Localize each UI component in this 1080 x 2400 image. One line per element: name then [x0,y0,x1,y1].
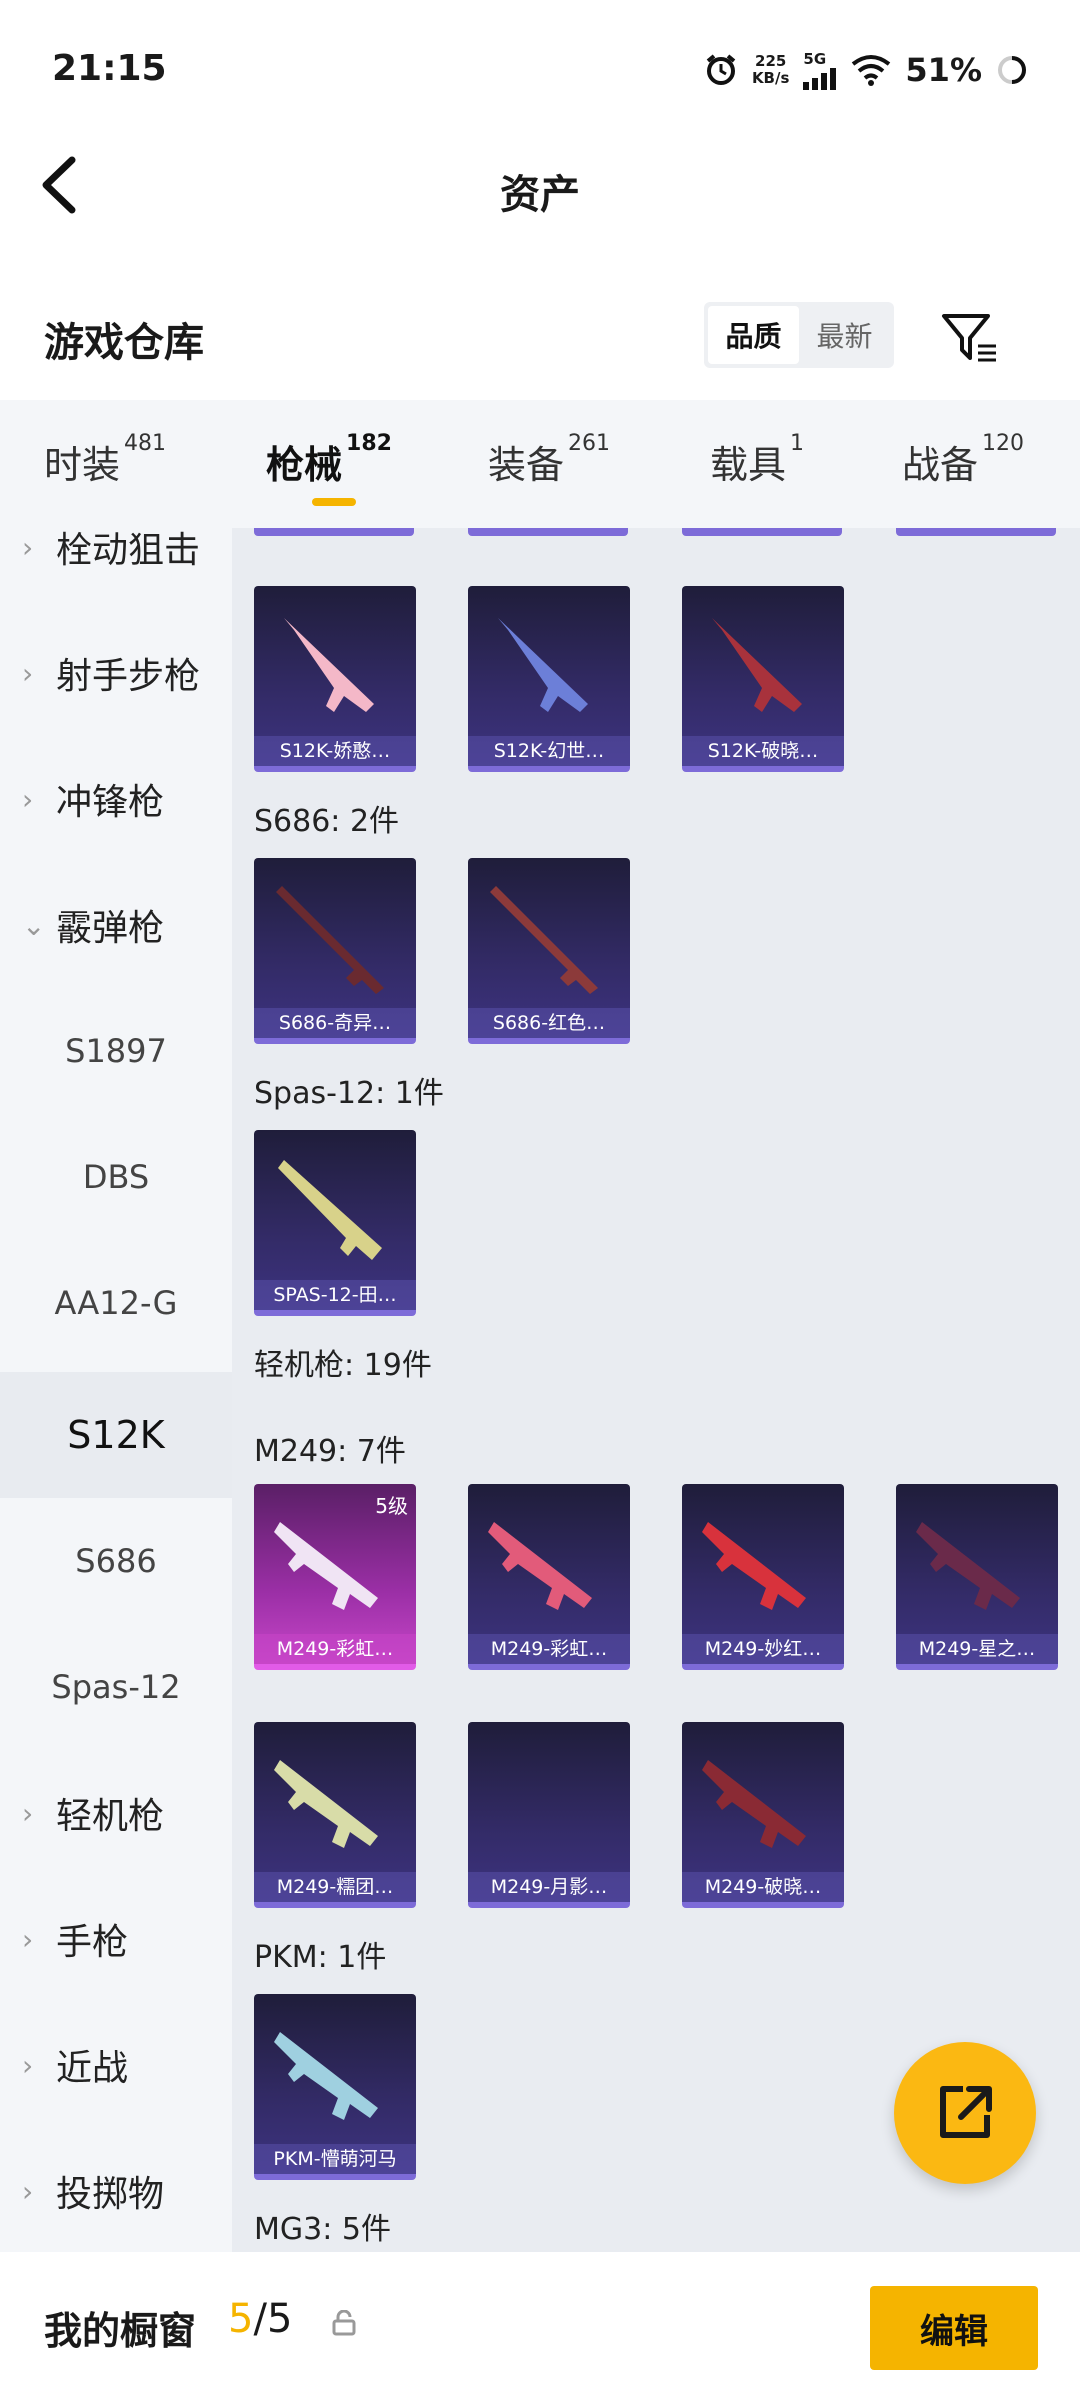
card-edge [254,528,414,536]
sort-toggle: 品质 最新 [704,302,894,368]
rifle-icon [284,618,374,712]
machine-gun-icon [916,1522,1020,1610]
warehouse-header: 游戏仓库 品质 最新 [0,290,1080,390]
weapon-card[interactable]: PKM-懵萌河马 [254,1994,416,2180]
weapon-card[interactable]: M249-星之… [896,1484,1058,1670]
wifi-icon [852,55,891,86]
rifle-icon [498,618,588,712]
sidebar-subitem-aa12g[interactable]: AA12-G [0,1240,232,1366]
sidebar-subitem-s1897[interactable]: S1897 [0,988,232,1114]
status-time: 21:15 [52,48,167,89]
sidebar-item-melee[interactable]: › 近战 [0,2002,232,2128]
machine-gun-icon [488,1522,592,1610]
chevron-right-icon: › [22,1796,34,1830]
active-tab-indicator [312,498,356,506]
sidebar-item-marksman-rifle[interactable]: › 射手步枪 [0,610,232,736]
status-icons: 225 KB/s 5G 51% [704,50,1028,90]
chevron-right-icon: › [22,1922,34,1956]
group-label-mg3: MG3: 5件 [254,2212,391,2247]
weapon-card[interactable]: S12K-破晓… [682,586,844,772]
network-type: 5G [803,50,827,68]
weapon-card[interactable]: S12K-娇憨… [254,586,416,772]
battery-icon [998,56,1026,84]
share-icon [940,2086,992,2138]
chevron-right-icon: › [22,782,34,816]
card-edge [468,528,628,536]
sidebar-subitem-dbs[interactable]: DBS [0,1114,232,1240]
tab-fashion[interactable]: 时装 481 [44,431,166,489]
chevron-down-icon: ⌄ [22,908,46,942]
sidebar-item-bolt-sniper[interactable]: › 栓动狙击 [0,528,232,610]
chevron-right-icon: › [22,2174,34,2208]
sort-option-latest[interactable]: 最新 [799,306,890,364]
weapon-grid: S12K-娇憨… S12K-幻世… S12K-破晓… S686: 2件 S686… [232,528,1080,2252]
sidebar-item-shotgun[interactable]: ⌄ 霰弹枪 [0,862,232,988]
group-label-pkm: PKM: 1件 [254,1940,387,1975]
chevron-right-icon: › [22,530,34,564]
weapon-card[interactable]: SPAS-12-田… [254,1130,416,1316]
showcase-count: 5/5 [228,2296,293,2342]
card-edge [896,528,1056,536]
machine-gun-icon [274,1760,378,1848]
sidebar-subitem-s686[interactable]: S686 [0,1498,232,1624]
weapon-card[interactable]: M249-破晓… [682,1722,844,1908]
group-label-lmg: 轻机枪: 19件 [254,1348,432,1383]
tab-vehicles[interactable]: 载具 1 [710,431,804,489]
lock-icon [332,2310,356,2336]
edit-button[interactable]: 编辑 [870,2286,1038,2370]
page-title: 资产 [500,172,580,218]
group-label-spas12: Spas-12: 1件 [254,1076,444,1111]
group-label-s686: S686: 2件 [254,804,400,839]
weapon-card[interactable]: M249-妙红… [682,1484,844,1670]
card-edge [682,528,842,536]
sort-option-quality[interactable]: 品质 [708,306,799,364]
weapon-card[interactable]: S12K-幻世… [468,586,630,772]
status-bar: 21:15 225 KB/s 5G 51% [0,0,1080,140]
page-header: 资产 [0,140,1080,230]
weapon-card[interactable]: M249-糯团… [254,1722,416,1908]
alarm-icon [706,54,736,85]
weapon-card[interactable]: S686-奇异… [254,858,416,1044]
sidebar-item-lmg[interactable]: › 轻机枪 [0,1750,232,1876]
sidebar-item-smg[interactable]: › 冲锋枪 [0,736,232,862]
weapon-card[interactable]: M249-彩虹… [468,1484,630,1670]
showcase-bar: 我的橱窗 5/5 编辑 [0,2252,1080,2400]
weapon-card[interactable]: M249-月影… [468,1722,630,1908]
machine-gun-icon [702,1522,806,1610]
battery-percent: 51% [905,51,982,89]
weapon-category-sidebar: › 栓动狙击 › 射手步枪 › 冲锋枪 ⌄ 霰弹枪 S1897 DBS AA12… [0,528,232,2252]
sidebar-item-pistol[interactable]: › 手枪 [0,1876,232,2002]
chevron-right-icon: › [22,2048,34,2082]
shotgun-icon [278,1160,382,1260]
shotgun-icon [276,886,384,994]
signal-icon [803,68,837,90]
category-tabs: 时装 481 枪械 182 装备 261 载具 1 战备 120 [0,400,1080,528]
signal-group: 5G [803,50,837,90]
group-label-m249: M249: 7件 [254,1434,406,1469]
share-button[interactable] [894,2042,1036,2184]
chevron-right-icon: › [22,656,34,690]
tab-firearms[interactable]: 枪械 182 [266,431,392,489]
machine-gun-icon [702,1760,806,1848]
showcase-label: 我的橱窗 [44,2309,197,2353]
sidebar-subitem-s12k[interactable]: S12K [0,1372,232,1498]
weapon-card[interactable]: 5级 M249-彩虹… [254,1484,416,1670]
filter-icon[interactable] [940,310,1000,366]
shotgun-icon [490,886,598,994]
tab-supplies[interactable]: 战备 120 [902,431,1024,489]
weapon-card[interactable]: S686-红色… [468,858,630,1044]
machine-gun-icon [274,2032,378,2120]
sidebar-item-throwables[interactable]: › 投掷物 [0,2128,232,2252]
network-speed: 225 KB/s [751,52,790,87]
rifle-icon [712,618,802,712]
machine-gun-icon [274,1522,378,1610]
warehouse-title: 游戏仓库 [44,320,204,366]
sidebar-subitem-spas12[interactable]: Spas-12 [0,1624,232,1750]
tab-equipment[interactable]: 装备 261 [488,431,610,489]
